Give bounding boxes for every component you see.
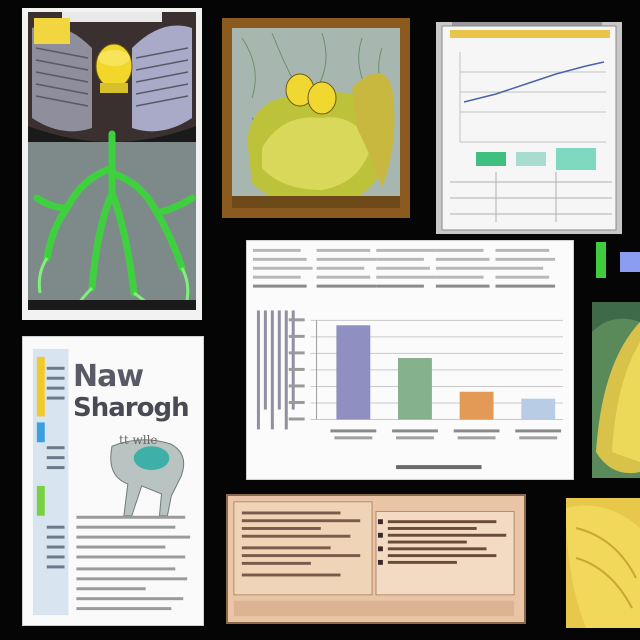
beige-document-content — [233, 501, 515, 617]
ylabel-text-line — [277, 310, 281, 410]
ylabel-text-line — [291, 310, 295, 410]
poster-title-2: Sharogh — [73, 393, 190, 423]
y-tick-label — [288, 417, 305, 421]
ylabel-text-line — [284, 310, 288, 430]
header-text-line — [495, 257, 556, 261]
green-chip — [596, 242, 606, 278]
beige-document — [226, 494, 526, 624]
header-text-line — [252, 284, 307, 288]
y-tick-label — [288, 384, 305, 388]
bar — [459, 391, 494, 420]
header-text-line — [495, 284, 556, 288]
header-text-line — [376, 275, 436, 279]
x-tick-label — [330, 429, 377, 433]
header-text-line — [376, 284, 424, 288]
x-tick-label — [515, 429, 562, 433]
x-tick-label — [396, 436, 434, 440]
x-tick-label — [392, 429, 438, 433]
header-text-line — [495, 275, 550, 279]
bar — [521, 398, 556, 420]
spreadsheet-screenshot — [436, 22, 622, 234]
bar — [398, 358, 432, 420]
y-tick-label — [288, 400, 305, 404]
ylabel-text-line — [263, 310, 267, 410]
y-tick-label — [288, 367, 305, 371]
header-text-line — [252, 248, 301, 252]
header-text-line — [316, 257, 377, 261]
leaf-painting — [232, 28, 400, 208]
header-text-line — [495, 248, 550, 252]
header-text-line — [252, 275, 301, 279]
header-text-line — [316, 266, 365, 270]
header-text-line — [376, 248, 436, 252]
bar — [336, 325, 371, 420]
x-tick-label — [519, 436, 558, 440]
x-tick-label — [457, 436, 496, 440]
poster-subtitle: tt wlle — [119, 433, 158, 447]
anatomy-illustration — [28, 12, 196, 310]
leaf-crop-upper — [592, 302, 640, 478]
y-tick-label — [288, 351, 305, 355]
leaf-crop-upper-art — [592, 302, 640, 478]
poster-tile: Naw Sharogh tt wlle — [22, 336, 204, 626]
header-text-line — [435, 284, 490, 288]
leaf-crop-lower-art — [566, 498, 640, 628]
x-tick-label — [334, 436, 373, 440]
poster-title-1: Naw — [73, 359, 144, 394]
y-tick-label — [288, 318, 305, 322]
framed-leaf-painting — [222, 18, 410, 218]
header-text-line — [316, 284, 377, 288]
header-text-line — [252, 266, 313, 270]
ylabel-text-line — [256, 310, 260, 430]
spreadsheet-window — [441, 22, 617, 231]
header-text-line — [495, 266, 544, 270]
x-tick-label — [453, 429, 500, 433]
ylabel-text-line — [270, 310, 274, 430]
header-text-line — [252, 257, 307, 261]
header-text-line — [435, 266, 496, 270]
header-text-line — [435, 257, 490, 261]
anatomy-illustration-tile — [22, 8, 202, 320]
x-axis-title — [396, 465, 482, 470]
header-text-line — [376, 266, 430, 270]
bar-chart — [252, 248, 564, 470]
bar-chart-document — [246, 240, 574, 480]
header-text-line — [435, 275, 484, 279]
header-text-line — [316, 248, 371, 252]
leaf-crop-lower — [566, 498, 640, 628]
header-text-line — [316, 275, 371, 279]
header-text-line — [376, 257, 424, 261]
y-tick-label — [288, 334, 305, 338]
header-text-line — [435, 248, 484, 252]
blue-chip — [620, 252, 640, 272]
